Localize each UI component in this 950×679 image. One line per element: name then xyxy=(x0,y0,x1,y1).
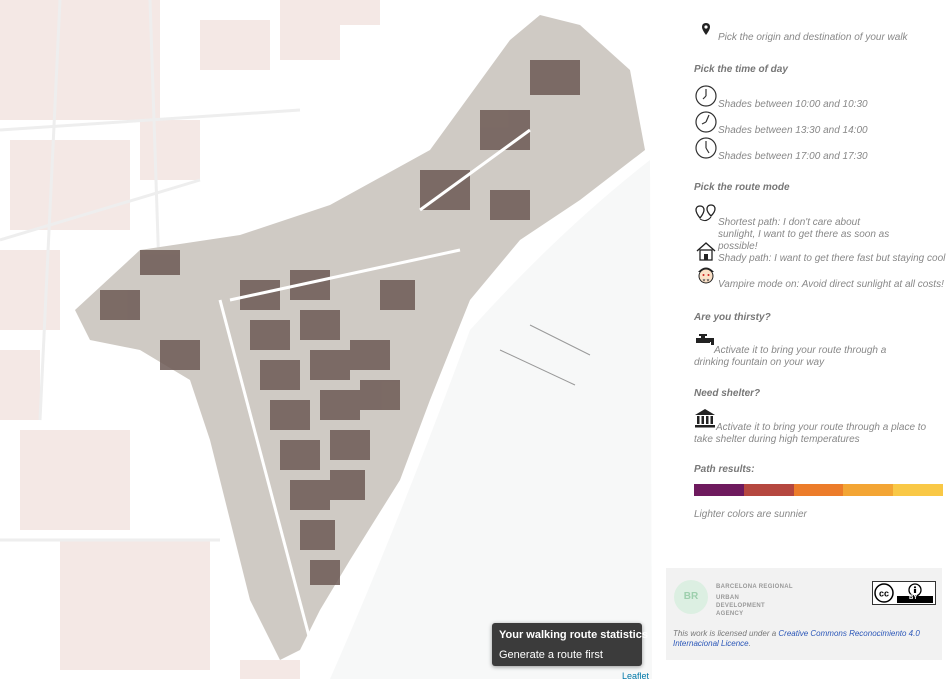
route-pins-icon[interactable] xyxy=(694,204,718,224)
route-statistics-title: Your walking route statistics xyxy=(499,629,648,641)
control-panel: Pick the origin and destination of your … xyxy=(652,0,950,679)
scale-swatch xyxy=(843,484,894,496)
location-pin-icon[interactable] xyxy=(701,22,711,36)
clock-icon[interactable] xyxy=(695,111,717,133)
route-mode-heading: Pick the route mode xyxy=(694,182,790,193)
creative-commons-badge[interactable]: cc BY xyxy=(872,581,936,605)
route-statistics-message: Generate a route first xyxy=(499,649,603,661)
sunlight-color-scale xyxy=(694,484,943,496)
map-canvas[interactable] xyxy=(0,0,652,679)
svg-text:cc: cc xyxy=(879,589,889,599)
license-prefix: This work is licensed under a xyxy=(673,629,779,638)
time-of-day-heading: Pick the time of day xyxy=(694,64,788,75)
origin-instruction: Pick the origin and destination of your … xyxy=(718,32,908,43)
house-shade-icon[interactable] xyxy=(695,241,717,261)
cc-by-label: BY xyxy=(909,595,918,601)
time-option-label[interactable]: Shades between 13:30 and 14:00 xyxy=(718,125,868,137)
scale-swatch xyxy=(893,484,943,496)
agency-name-line: BARCELONA REGIONAL xyxy=(716,584,793,590)
route-mode-label[interactable]: Shady path: I want to get there fast but… xyxy=(718,253,945,265)
scale-swatch xyxy=(694,484,744,496)
route-mode-label[interactable]: Shortest path: I don't care about sunlig… xyxy=(718,217,898,253)
license-suffix: . xyxy=(748,639,751,648)
path-results-heading: Path results: xyxy=(694,464,755,475)
time-option-label[interactable]: Shades between 10:00 and 10:30 xyxy=(718,99,868,111)
barcelona-regional-logo[interactable]: BR xyxy=(674,580,708,614)
agency-name-line: AGENCY xyxy=(716,611,744,617)
scale-swatch xyxy=(793,484,844,496)
clock-icon[interactable] xyxy=(695,137,717,159)
clock-icon[interactable] xyxy=(695,85,717,107)
fountain-description: Activate it to bring your route through … xyxy=(694,345,887,368)
map-view[interactable]: Your walking route statistics Generate a… xyxy=(0,0,652,679)
route-mode-label[interactable]: Vampire mode on: Avoid direct sunlight a… xyxy=(718,279,944,291)
agency-name-line: URBAN xyxy=(716,595,740,601)
shelter-description: Activate it to bring your route through … xyxy=(694,422,927,445)
route-statistics-box: Your walking route statistics Generate a… xyxy=(492,623,648,666)
credits-footer: BR BARCELONA REGIONAL URBAN DEVELOPMENT … xyxy=(666,568,942,660)
time-option-label[interactable]: Shades between 17:00 and 17:30 xyxy=(718,151,868,163)
shelter-heading: Need shelter? xyxy=(694,388,761,399)
creative-commons-icon: cc xyxy=(873,582,935,604)
vampire-icon[interactable] xyxy=(695,263,717,287)
scale-swatch xyxy=(743,484,794,496)
scale-caption: Lighter colors are sunnier xyxy=(694,509,807,520)
license-notice: This work is licensed under a Creative C… xyxy=(673,629,935,649)
leaflet-attribution-link[interactable]: Leaflet xyxy=(622,671,649,679)
thirsty-heading: Are you thirsty? xyxy=(694,312,771,323)
agency-name-line: DEVELOPMENT xyxy=(716,603,765,609)
